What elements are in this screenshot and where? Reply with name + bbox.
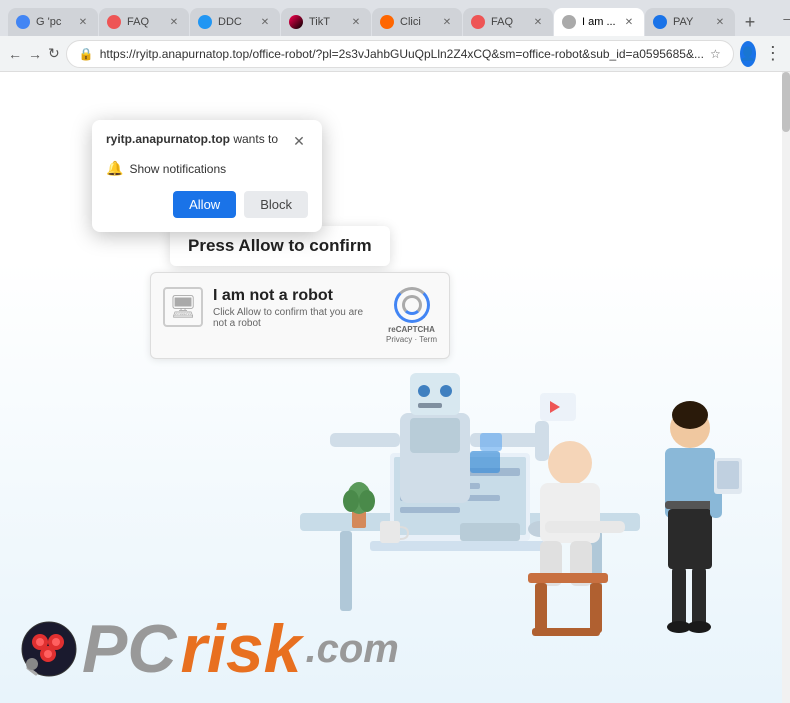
- robot-icon: 🖥: [169, 294, 197, 320]
- scrollbar-thumb[interactable]: [782, 72, 790, 132]
- browser-window: G 'pc ✕ FAQ ✕ DDC ✕ TikT ✕ Clici ✕: [0, 0, 790, 703]
- tab-pay[interactable]: PAY ✕: [645, 8, 735, 36]
- pcrisk-com-text: .com: [305, 629, 398, 669]
- popup-buttons: Allow Block: [106, 191, 308, 218]
- refresh-button[interactable]: ↻: [48, 42, 60, 66]
- tab-ddc[interactable]: DDC ✕: [190, 8, 280, 36]
- popup-notification-row: 🔔 Show notifications: [106, 160, 308, 177]
- forward-button[interactable]: →: [28, 42, 42, 66]
- recaptcha-label: reCAPTCHA: [388, 325, 435, 334]
- pcrisk-pc-text: PC: [82, 615, 176, 683]
- new-tab-button[interactable]: +: [736, 8, 764, 36]
- star-icon[interactable]: ☆: [710, 47, 721, 61]
- back-button[interactable]: ←: [8, 42, 22, 66]
- captcha-icon-box: 🖥: [163, 287, 203, 327]
- tab-label: PAY: [673, 16, 707, 28]
- recaptcha-inner: [402, 295, 422, 315]
- tab-favicon: [471, 15, 485, 29]
- tab-close-button[interactable]: ✕: [531, 15, 545, 29]
- url-bar[interactable]: 🔒 https://ryitp.anapurnatop.top/office-r…: [66, 40, 734, 68]
- title-bar: G 'pc ✕ FAQ ✕ DDC ✕ TikT ✕ Clici ✕: [0, 0, 790, 36]
- captcha-box: 🖥 I am not a robot Click Allow to confir…: [150, 272, 450, 359]
- url-icons: ☆: [710, 47, 721, 61]
- pcrisk-icon-svg: [20, 620, 78, 678]
- bell-icon: 🔔: [106, 160, 123, 177]
- url-text: https://ryitp.anapurnatop.top/office-rob…: [100, 47, 704, 61]
- tab-label: DDC: [218, 16, 252, 28]
- tab-tiktok[interactable]: TikT ✕: [281, 8, 371, 36]
- tab-favicon: [289, 15, 303, 29]
- tab-favicon: [380, 15, 394, 29]
- popup-close-button[interactable]: ✕: [290, 132, 308, 150]
- tab-close-button[interactable]: ✕: [713, 15, 727, 29]
- tab-close-button[interactable]: ✕: [167, 15, 181, 29]
- menu-button[interactable]: ⋮: [762, 43, 784, 64]
- tab-g-pc[interactable]: G 'pc ✕: [8, 8, 98, 36]
- captcha-text-area: I am not a robot Click Allow to confirm …: [213, 287, 376, 329]
- tab-label: TikT: [309, 16, 343, 28]
- popup-header: ryitp.anapurnatop.top wants to ✕: [106, 132, 308, 150]
- minimize-button[interactable]: –: [776, 7, 790, 29]
- captcha-subtitle: Click Allow to confirm that you are not …: [213, 307, 376, 329]
- tab-label: FAQ: [127, 16, 161, 28]
- tab-close-button[interactable]: ✕: [440, 15, 454, 29]
- lock-icon: 🔒: [79, 47, 94, 61]
- tab-bar: G 'pc ✕ FAQ ✕ DDC ✕ TikT ✕ Clici ✕: [8, 0, 764, 36]
- pcrisk-risk-text: risk: [180, 615, 301, 683]
- tab-favicon: [653, 15, 667, 29]
- tab-close-button[interactable]: ✕: [622, 15, 636, 29]
- tab-favicon: [107, 15, 121, 29]
- popup-wants-to: wants to: [233, 132, 278, 146]
- tab-favicon: [562, 15, 576, 29]
- scrollbar[interactable]: [782, 72, 790, 703]
- tab-label: Clici: [400, 16, 434, 28]
- tab-clici[interactable]: Clici ✕: [372, 8, 462, 36]
- tab-faq2[interactable]: FAQ ✕: [463, 8, 553, 36]
- address-bar: ← → ↻ 🔒 https://ryitp.anapurnatop.top/of…: [0, 36, 790, 72]
- popup-notification-text: Show notifications: [129, 162, 226, 176]
- press-allow-label: Press Allow to confirm: [170, 226, 390, 266]
- tab-faq1[interactable]: FAQ ✕: [99, 8, 189, 36]
- page-content: ryitp.anapurnatop.top wants to ✕ 🔔 Show …: [0, 72, 790, 703]
- tab-label: I am ...: [582, 16, 616, 28]
- tab-label: FAQ: [491, 16, 525, 28]
- recaptcha-logo: [394, 287, 430, 323]
- tab-favicon: [16, 15, 30, 29]
- profile-button[interactable]: 👤: [740, 41, 756, 67]
- tab-close-button[interactable]: ✕: [258, 15, 272, 29]
- notification-popup: ryitp.anapurnatop.top wants to ✕ 🔔 Show …: [92, 120, 322, 232]
- popup-domain-bold: ryitp.anapurnatop.top: [106, 132, 230, 146]
- tab-close-button[interactable]: ✕: [76, 15, 90, 29]
- allow-button[interactable]: Allow: [173, 191, 236, 218]
- captcha-title: I am not a robot: [213, 287, 376, 305]
- window-controls: – □ ✕: [776, 7, 790, 29]
- tab-close-button[interactable]: ✕: [349, 15, 363, 29]
- captcha-links: Privacy · Term: [386, 335, 437, 344]
- tab-label: G 'pc: [36, 16, 70, 28]
- pcrisk-logo: PC risk .com: [20, 615, 399, 683]
- tab-favicon: [198, 15, 212, 29]
- popup-domain-text: ryitp.anapurnatop.top wants to: [106, 132, 278, 148]
- tab-iam[interactable]: I am ... ✕: [554, 8, 644, 36]
- captcha-logo-area: reCAPTCHA Privacy · Term: [386, 287, 437, 344]
- block-button[interactable]: Block: [244, 191, 308, 218]
